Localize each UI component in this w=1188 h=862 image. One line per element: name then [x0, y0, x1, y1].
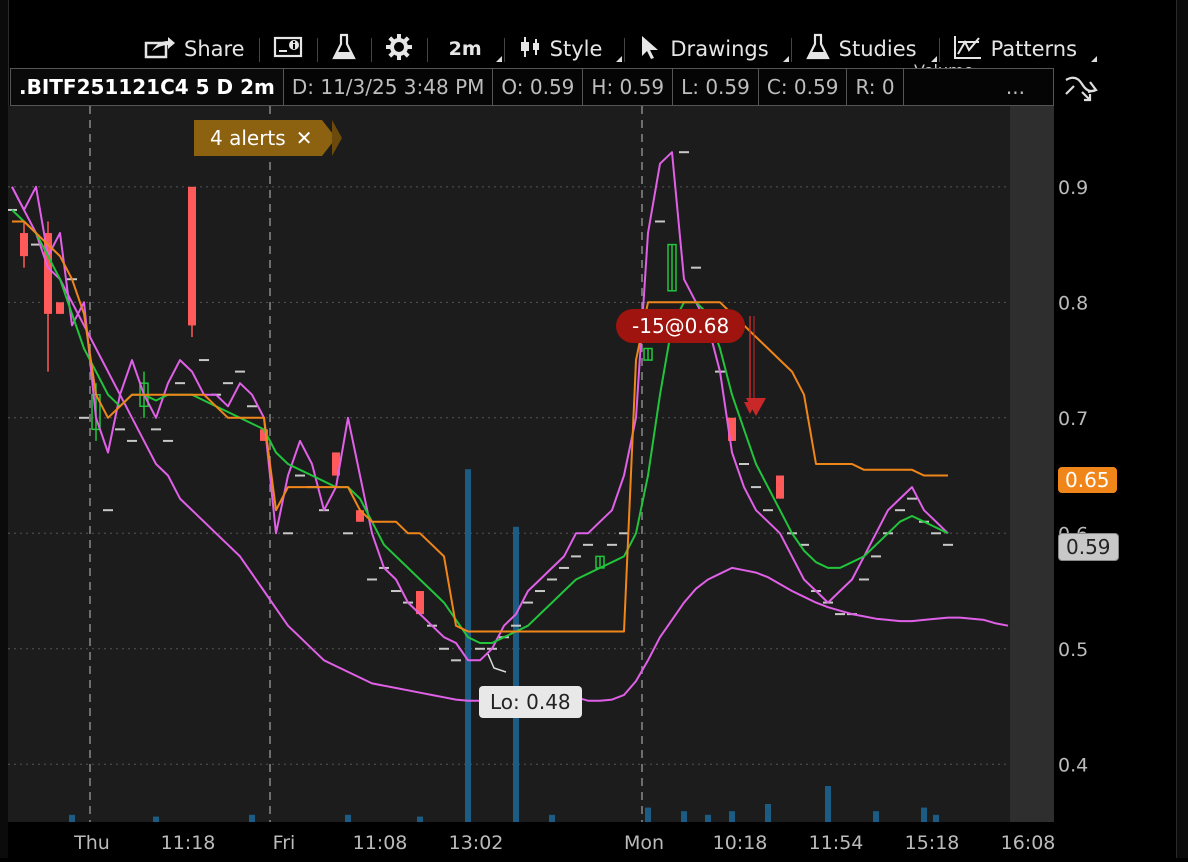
volume-bar [825, 786, 831, 822]
dropdown-corner-icon [616, 56, 623, 62]
studies-label: Studies [838, 37, 917, 61]
drawings-label: Drawings [670, 37, 769, 61]
share-label: Share [184, 37, 245, 61]
time-axis-label: 11:54 [809, 832, 864, 854]
price-axis-svg: 0.40.50.60.70.80.9 [1058, 177, 1088, 776]
timeframe-label: 2m [448, 38, 482, 60]
volume-bar [921, 807, 927, 822]
volume-bar [873, 811, 879, 822]
dropdown-corner-icon [495, 56, 502, 62]
quote-info-bar: .BITF251121C4 5 D 2m D: 11/3/25 3:48 PM … [10, 68, 1054, 106]
future-space-shade [1010, 106, 1054, 822]
open-readout: O: 0.59 [493, 69, 584, 105]
alerts-badge-body: 4 alerts ✕ [194, 120, 323, 156]
symbol-selector[interactable]: .BITF251121C4 5 D 2m [11, 69, 284, 105]
volume-bar [933, 814, 939, 822]
volume-bar [729, 811, 735, 822]
flask-button[interactable] [316, 30, 371, 68]
more-button[interactable]: ... [904, 69, 1053, 105]
volume-bar [681, 811, 687, 822]
current-price-tag: 0.59 [1058, 533, 1119, 561]
chart-window: Share 2m Style Drawings Studies Patterns… [0, 0, 1188, 858]
dropdown-corner-icon [782, 56, 789, 62]
time-axis[interactable]: Thu 11:18 Fri 11:08 13:02 Mon 10:18 11:54 15:18 1… [8, 822, 1176, 858]
settings-button[interactable] [370, 30, 427, 68]
cursor-arrow-icon [638, 34, 662, 65]
time-axis-label: 16:08 [1001, 832, 1056, 854]
volume-bar [705, 814, 711, 822]
study-lines [11, 151, 1009, 702]
flask-icon [805, 33, 831, 66]
candle-body-down [20, 233, 28, 257]
study-line-magenta [11, 151, 949, 662]
right-scrollbar[interactable] [1176, 0, 1188, 858]
time-axis-label: Mon [624, 832, 664, 854]
info-card-icon [273, 35, 303, 64]
candle-body-down [188, 186, 196, 326]
volume-bar [465, 469, 471, 822]
share-icon [144, 35, 176, 64]
swap-arrows-icon [1064, 76, 1098, 108]
flask-icon [331, 33, 357, 66]
date-readout: D: 11/3/25 3:48 PM [284, 69, 494, 105]
alerts-badge[interactable]: 4 alerts ✕ [194, 120, 343, 156]
sell-order-arrow [744, 316, 766, 416]
drawings-button[interactable]: Drawings [624, 30, 790, 68]
candle-body-down [56, 302, 64, 314]
candlestick-icon [518, 35, 542, 64]
candle-body-down [776, 475, 784, 499]
range-readout: R: 0 [847, 69, 904, 105]
patterns-icon [953, 34, 983, 65]
time-axis-label: 13:02 [449, 832, 504, 854]
low-readout: L: 0.59 [673, 69, 759, 105]
close-icon[interactable]: ✕ [296, 126, 313, 150]
volume-bar [549, 814, 555, 822]
volume-bar [513, 526, 519, 822]
swap-arrows-button[interactable] [1064, 70, 1098, 108]
volume-bar [345, 814, 351, 822]
alerts-badge-tip-shadow [332, 120, 343, 156]
study-line-magenta [11, 186, 1009, 702]
volume-bar [69, 814, 75, 822]
gear-icon [385, 33, 413, 66]
close-readout: C: 0.59 [759, 69, 848, 105]
price-axis-label: 0.5 [1058, 639, 1088, 661]
style-label: Style [549, 37, 603, 61]
lo-pointer [487, 653, 507, 673]
patterns-label: Patterns [990, 37, 1078, 61]
volume-bar [765, 804, 771, 822]
volume-bars [69, 469, 939, 822]
share-button[interactable]: Share [130, 30, 259, 68]
high-readout: H: 0.59 [583, 69, 674, 105]
order-marker-bubble[interactable]: -15@0.68 [616, 309, 746, 343]
volume-bar [645, 807, 651, 822]
news-button[interactable] [258, 30, 317, 68]
price-axis[interactable]: 0.40.50.60.70.80.9 [1054, 106, 1176, 822]
time-axis-label: 15:18 [905, 832, 960, 854]
price-axis-label: 0.9 [1058, 177, 1088, 199]
time-axis-label: Fri [273, 832, 296, 854]
style-button[interactable]: Style [503, 30, 625, 68]
timeframe-button[interactable]: 2m [426, 30, 504, 68]
study-line-orange [12, 220, 948, 633]
alerts-label: 4 alerts [210, 126, 286, 150]
price-axis-label: 0.4 [1058, 754, 1088, 776]
time-axis-svg: Thu 11:18 Fri 11:08 13:02 Mon 10:18 11:54 15:18 1… [73, 832, 1056, 854]
candles [20, 186, 784, 615]
price-axis-label: 0.8 [1058, 292, 1088, 314]
time-axis-label: 11:18 [161, 832, 216, 854]
study-line-green [11, 209, 949, 644]
volume-bar [249, 814, 255, 822]
time-axis-label: 10:18 [713, 832, 768, 854]
price-axis-label: 0.7 [1058, 408, 1088, 430]
time-axis-label: Thu [73, 832, 110, 854]
low-price-label: Lo: 0.48 [479, 686, 582, 718]
last-price-tag-orange: 0.65 [1058, 467, 1117, 493]
grid-lines [8, 186, 1010, 765]
dropdown-corner-icon [1091, 56, 1098, 62]
time-axis-label: 11:08 [353, 832, 408, 854]
